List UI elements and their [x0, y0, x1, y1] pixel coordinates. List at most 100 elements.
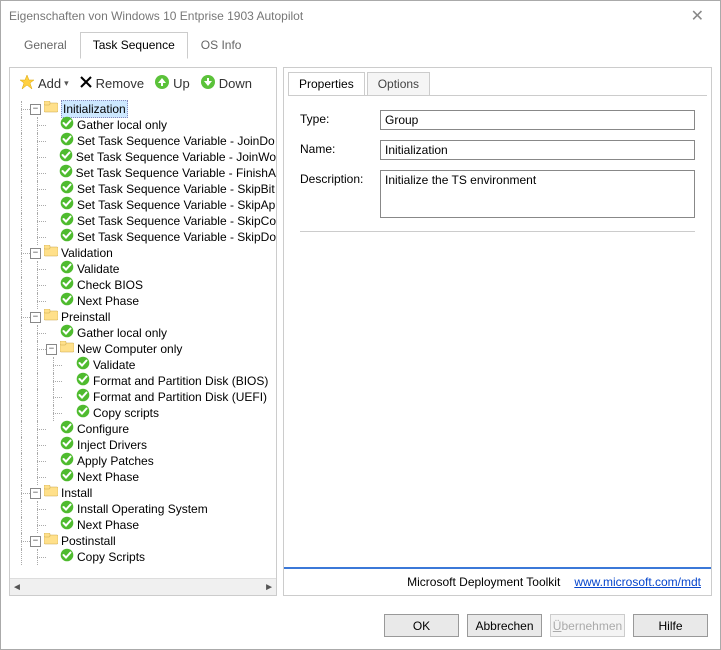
tree-item-label: Copy Scripts	[77, 549, 145, 565]
tree-step[interactable]: Validate	[10, 357, 276, 373]
tree-step[interactable]: Set Task Sequence Variable - SkipBit	[10, 181, 276, 197]
tree-item-label: Validate	[77, 261, 119, 277]
footer-link[interactable]: www.microsoft.com/mdt	[574, 575, 701, 589]
tree-step[interactable]: Set Task Sequence Variable - JoinDo	[10, 133, 276, 149]
apply-button: Übernehmen	[550, 614, 625, 637]
folder-icon	[44, 485, 58, 501]
scroll-right-icon[interactable]: ►	[264, 582, 274, 593]
tree-item-label: Set Task Sequence Variable - SkipAp	[77, 197, 275, 213]
tree-item-label: Next Phase	[77, 469, 139, 485]
add-button[interactable]: Add ▾	[16, 72, 72, 95]
expand-toggle[interactable]: −	[30, 104, 41, 115]
tab-general[interactable]: General	[11, 32, 80, 59]
dialog-buttons: OK Abbrechen Übernehmen Hilfe	[1, 604, 720, 649]
task-sequence-panel: Add ▾ Remove Up	[9, 67, 277, 596]
properties-window: Eigenschaften von Windows 10 Entprise 19…	[0, 0, 721, 650]
tree-step[interactable]: Check BIOS	[10, 277, 276, 293]
tree-item-label: Check BIOS	[77, 277, 143, 293]
expand-toggle[interactable]: −	[30, 488, 41, 499]
remove-button[interactable]: Remove	[76, 73, 147, 94]
help-button[interactable]: Hilfe	[633, 614, 708, 637]
horizontal-scrollbar[interactable]: ◄ ►	[10, 578, 276, 595]
tree-step[interactable]: Set Task Sequence Variable - FinishA	[10, 165, 276, 181]
tree-step[interactable]: Next Phase	[10, 293, 276, 309]
type-label: Type:	[300, 110, 380, 126]
chevron-down-icon: ▾	[64, 78, 69, 89]
check-icon	[60, 324, 74, 342]
tree-item-label: Set Task Sequence Variable - FinishA	[76, 165, 276, 181]
tree-folder[interactable]: − Validation	[10, 245, 276, 261]
tree-step[interactable]: Configure	[10, 421, 276, 437]
arrow-down-icon	[200, 74, 216, 93]
folder-icon	[44, 101, 58, 117]
tab-task-sequence[interactable]: Task Sequence	[80, 32, 188, 59]
tree-step[interactable]: Set Task Sequence Variable - SkipAp	[10, 197, 276, 213]
tree-folder[interactable]: − Postinstall	[10, 533, 276, 549]
expand-toggle[interactable]: −	[30, 536, 41, 547]
top-tabs: General Task Sequence OS Info	[1, 31, 720, 59]
name-field[interactable]	[380, 140, 695, 160]
tree-item-label: Preinstall	[61, 309, 110, 325]
task-sequence-tree[interactable]: −Initialization Gather local only Set Ta…	[10, 99, 276, 578]
close-icon[interactable]: ✕	[683, 6, 712, 26]
scroll-left-icon[interactable]: ◄	[12, 582, 22, 593]
tree-item-label: Validation	[61, 245, 113, 261]
tree-folder[interactable]: − New Computer only	[10, 341, 276, 357]
cancel-button[interactable]: Abbrechen	[467, 614, 542, 637]
check-icon	[76, 404, 90, 422]
check-icon	[60, 292, 74, 310]
titlebar: Eigenschaften von Windows 10 Entprise 19…	[1, 1, 720, 31]
tree-step[interactable]: Format and Partition Disk (UEFI)	[10, 389, 276, 405]
tree-step[interactable]: Install Operating System	[10, 501, 276, 517]
tree-step[interactable]: Next Phase	[10, 517, 276, 533]
tree-folder[interactable]: −Initialization	[10, 101, 276, 117]
tree-item-label: Validate	[93, 357, 135, 373]
tree-item-label: Install	[61, 485, 92, 501]
tree-item-label: Set Task Sequence Variable - SkipCo	[77, 213, 276, 229]
tree-item-label: Next Phase	[77, 517, 139, 533]
window-title: Eigenschaften von Windows 10 Entprise 19…	[9, 9, 683, 23]
ok-button[interactable]: OK	[384, 614, 459, 637]
separator	[300, 231, 695, 232]
tree-item-label: Set Task Sequence Variable - JoinWo	[76, 149, 276, 165]
footer-text: Microsoft Deployment Toolkit	[407, 575, 560, 589]
tree-step[interactable]: Validate	[10, 261, 276, 277]
folder-icon	[44, 245, 58, 261]
tree-step[interactable]: Format and Partition Disk (BIOS)	[10, 373, 276, 389]
footer-bar: Microsoft Deployment Toolkit www.microso…	[284, 567, 711, 595]
tree-item-label: Configure	[77, 421, 129, 437]
star-add-icon	[19, 74, 35, 93]
tree-step[interactable]: Set Task Sequence Variable - SkipCo	[10, 213, 276, 229]
tree-step[interactable]: Inject Drivers	[10, 437, 276, 453]
tree-item-label: Gather local only	[77, 325, 167, 341]
tree-step[interactable]: Next Phase	[10, 469, 276, 485]
tab-properties[interactable]: Properties	[288, 72, 365, 95]
name-label: Name:	[300, 140, 380, 156]
tree-item-label: New Computer only	[77, 341, 182, 357]
tree-item-label: Postinstall	[61, 533, 116, 549]
tree-step[interactable]: Set Task Sequence Variable - JoinWo	[10, 149, 276, 165]
up-button[interactable]: Up	[151, 72, 193, 95]
tree-folder[interactable]: − Install	[10, 485, 276, 501]
tree-step[interactable]: Set Task Sequence Variable - SkipDo	[10, 229, 276, 245]
tree-step[interactable]: Gather local only	[10, 325, 276, 341]
tab-options[interactable]: Options	[367, 72, 430, 95]
expand-toggle[interactable]: −	[46, 344, 57, 355]
check-icon	[60, 548, 74, 566]
tree-step[interactable]: Gather local only	[10, 117, 276, 133]
description-field[interactable]	[380, 170, 695, 218]
tree-item-label: Gather local only	[77, 117, 167, 133]
folder-icon	[44, 309, 58, 325]
properties-panel: Properties Options Type: Name: Descripti…	[283, 67, 712, 596]
tree-step[interactable]: Apply Patches	[10, 453, 276, 469]
tree-step[interactable]: Copy Scripts	[10, 549, 276, 565]
down-button[interactable]: Down	[197, 72, 255, 95]
tree-folder[interactable]: − Preinstall	[10, 309, 276, 325]
tab-os-info[interactable]: OS Info	[188, 32, 255, 59]
expand-toggle[interactable]: −	[30, 248, 41, 259]
tree-item-label: Copy scripts	[93, 405, 159, 421]
tree-step[interactable]: Copy scripts	[10, 405, 276, 421]
tree-container: −Initialization Gather local only Set Ta…	[10, 99, 276, 578]
expand-toggle[interactable]: −	[30, 312, 41, 323]
check-icon	[60, 468, 74, 486]
